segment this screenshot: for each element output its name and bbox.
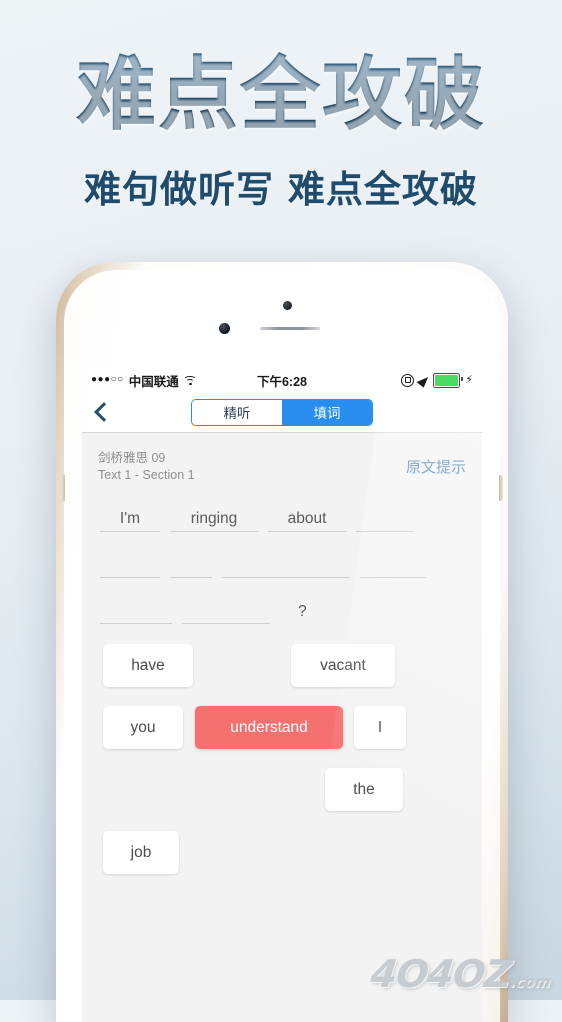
- section-title: Text 1 - Section 1: [98, 468, 195, 482]
- rotation-lock-icon: [401, 373, 415, 387]
- volume-button: [61, 475, 65, 501]
- word-chip-job[interactable]: job: [103, 831, 179, 874]
- earpiece-speaker: [260, 327, 320, 330]
- navigation-bar: 精听 填词: [82, 392, 482, 433]
- watermark-suffix: .com: [509, 973, 553, 991]
- word-chip-i[interactable]: I: [354, 706, 406, 749]
- blank-slot[interactable]: about: [268, 509, 346, 532]
- poster-headline: 难点全攻破: [0, 52, 562, 136]
- phone-bezel: ●●●○○ 中国联通 下午6:28 ⚡ 精听 填词 剑桥雅思 09 Text 1…: [61, 270, 503, 1022]
- back-button[interactable]: [82, 402, 122, 422]
- front-camera-icon: [219, 323, 230, 334]
- blank-slot[interactable]: [100, 574, 160, 578]
- blank-slot[interactable]: [182, 620, 270, 624]
- blank-slot[interactable]: [222, 574, 350, 578]
- word-chip-the[interactable]: the: [325, 768, 403, 811]
- proximity-sensor-icon: [283, 301, 292, 310]
- blank-row: ?: [100, 598, 464, 624]
- status-bar: ●●●○○ 中国联通 下午6:28 ⚡: [82, 368, 482, 392]
- question-mark: ?: [298, 603, 307, 620]
- blank-slot[interactable]: I'm: [100, 509, 160, 532]
- charging-bolt-icon: ⚡: [465, 373, 473, 386]
- back-chevron-icon: [94, 402, 114, 422]
- word-chip-you[interactable]: you: [103, 706, 183, 749]
- battery-icon: [433, 372, 463, 388]
- blank-slot[interactable]: [360, 574, 426, 578]
- phone-mockup: ●●●○○ 中国联通 下午6:28 ⚡ 精听 填词 剑桥雅思 09 Text 1…: [56, 262, 508, 1022]
- exercise-content: 剑桥雅思 09 Text 1 - Section 1 原文提示 I'm ring…: [82, 433, 482, 1022]
- power-button: [499, 475, 503, 501]
- transcript-hint-button[interactable]: 原文提示: [406, 450, 466, 477]
- word-bank: have vacant you understand I the job: [82, 644, 482, 904]
- tab-intensive-listening[interactable]: 精听: [192, 399, 282, 425]
- word-chip-vacant[interactable]: vacant: [291, 644, 395, 687]
- book-title: 剑桥雅思 09: [98, 451, 166, 465]
- blank-slot[interactable]: [356, 528, 414, 532]
- blank-row: I'm ringing about: [100, 506, 464, 532]
- blank-slot[interactable]: ringing: [170, 509, 258, 532]
- blank-row: [100, 552, 464, 578]
- blank-slot[interactable]: [170, 574, 212, 578]
- blank-lines-area: I'm ringing about ?: [82, 484, 482, 624]
- poster-subheadline: 难句做听写 难点全攻破: [84, 167, 478, 211]
- poster-header: 难点全攻破 难句做听写 难点全攻破: [0, 0, 562, 250]
- location-arrow-icon: [416, 372, 431, 388]
- mode-segmented-control[interactable]: 精听 填词: [191, 398, 373, 426]
- tab-fill-in-words[interactable]: 填词: [282, 399, 372, 425]
- blank-slot[interactable]: [100, 620, 172, 624]
- word-chip-understand[interactable]: understand: [195, 706, 343, 749]
- exercise-meta: 剑桥雅思 09 Text 1 - Section 1 原文提示: [82, 433, 482, 484]
- word-chip-have[interactable]: have: [103, 644, 193, 687]
- phone-screen: ●●●○○ 中国联通 下午6:28 ⚡ 精听 填词 剑桥雅思 09 Text 1…: [82, 368, 482, 1022]
- status-bar-right: ⚡: [401, 372, 473, 388]
- exercise-source: 剑桥雅思 09 Text 1 - Section 1: [98, 450, 195, 484]
